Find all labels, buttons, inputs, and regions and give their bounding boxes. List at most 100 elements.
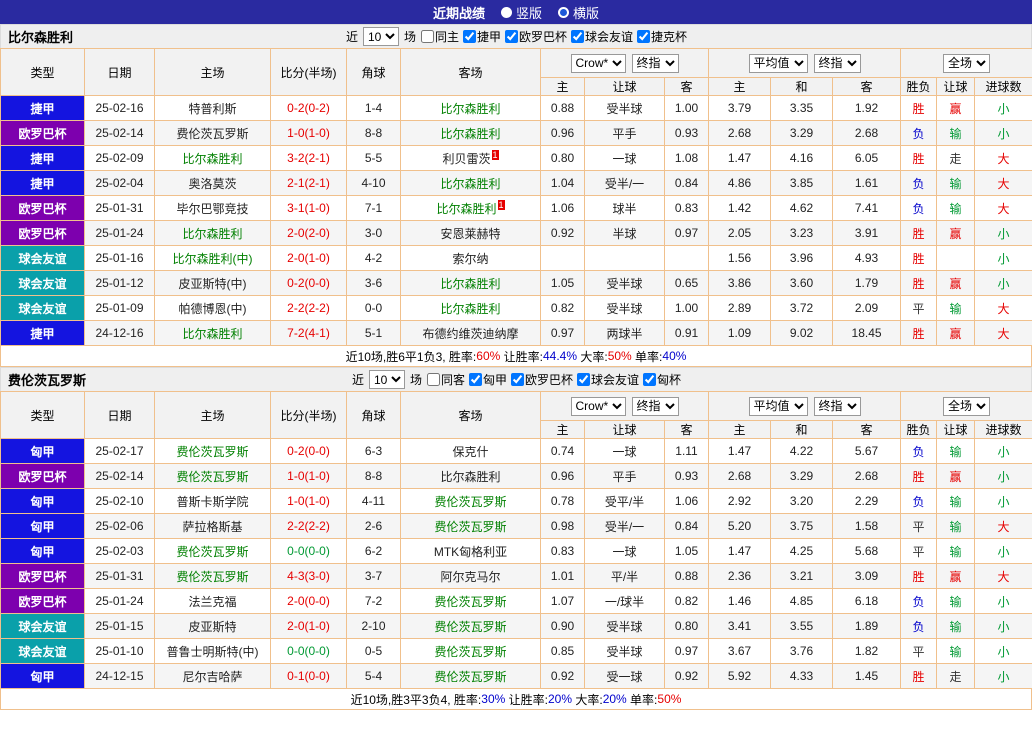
result-flag: 输 [936,170,976,196]
avg-select[interactable]: 平均值 [748,396,808,416]
avg-final-select[interactable]: 终指 [813,53,861,73]
away-team-name[interactable]: 费伦茨瓦罗斯 [434,520,506,534]
away-team-name[interactable]: 比尔森胜利 [440,102,500,116]
radio-icon[interactable] [500,6,512,18]
scope-select[interactable]: 全场 [943,396,991,416]
home-team-name[interactable]: 毕尔巴鄂竞技 [176,202,248,216]
home-team-name[interactable]: 帕德博恩(中) [179,302,247,316]
filter-checkbox-捷克杯[interactable]: 捷克杯 [637,28,687,45]
checkbox-icon[interactable] [468,373,482,386]
column-header: 客场 [400,48,541,96]
result-flag: 胜 [900,220,938,246]
checkbox-icon[interactable] [643,373,657,386]
home-team-name[interactable]: 萨拉格斯基 [182,520,242,534]
checkbox-icon[interactable] [577,373,591,386]
result-flag: 大 [974,513,1032,539]
home-team-name[interactable]: 特普利斯 [188,102,236,116]
filter-checkbox-label: 捷甲 [476,30,501,44]
result-flag: 输 [936,638,976,664]
checkbox-icon[interactable] [511,373,524,386]
home-team-name[interactable]: 普鲁士明斯特(中) [167,645,259,659]
home-team-name[interactable]: 法兰克福 [188,595,236,609]
away-team-name[interactable]: 利贝雷茨 [442,152,490,166]
away-team-name[interactable]: 比尔森胜利 [440,470,500,484]
checkbox-icon[interactable] [426,373,440,386]
odds-value: 1.05 [663,538,710,564]
away-team-name[interactable]: 费伦茨瓦罗斯 [434,595,506,609]
summary-segment: 单率: [626,692,658,707]
home-team: 皮亚斯特(中) [154,270,271,296]
layout-radio-horizontal[interactable]: 横版 [558,3,599,22]
home-team-name[interactable]: 皮亚斯特(中) [179,277,247,291]
checkbox-icon[interactable] [420,30,434,43]
layout-radio-vertical[interactable]: 竖版 [500,3,542,22]
result-flag: 胜 [900,663,938,689]
odds-final-select[interactable]: 终指 [631,53,679,73]
odds-final-select[interactable]: 终指 [631,396,679,416]
result-flag: 输 [936,195,976,221]
away-team-name[interactable]: 布德约维茨迪纳摩 [422,327,518,341]
avg-select[interactable]: 平均值 [748,53,808,73]
odds-company-select[interactable]: Crow* [570,53,626,73]
home-team-name[interactable]: 费伦茨瓦罗斯 [176,127,248,141]
checkbox-icon[interactable] [571,30,585,43]
scope-select[interactable]: 全场 [943,53,991,73]
corner-score: 4-10 [346,170,401,196]
away-team-name[interactable]: 阿尔克马尔 [440,570,500,584]
home-team-name[interactable]: 普斯卡斯学院 [176,495,248,509]
filter-checkbox-匈杯[interactable]: 匈杯 [643,371,681,388]
filter-checkbox-球会友谊[interactable]: 球会友谊 [577,371,639,388]
result-flag: 小 [974,438,1032,464]
home-team-name[interactable]: 皮亚斯特 [188,620,236,634]
score: 2-0(1-0) [270,245,347,271]
odds-value: 两球半 [584,320,665,346]
away-team-name[interactable]: 比尔森胜利 [440,127,500,141]
away-team-name[interactable]: 费伦茨瓦罗斯 [434,620,506,634]
filter-checkbox-捷甲[interactable]: 捷甲 [462,28,501,45]
checkbox-icon[interactable] [462,30,476,43]
home-team-name[interactable]: 比尔森胜利(中) [173,252,253,266]
sub-column-header: 进球数 [974,420,1032,439]
filter-checkbox-匈甲[interactable]: 匈甲 [468,371,507,388]
home-team-name[interactable]: 奥洛莫茨 [188,177,236,191]
checkbox-icon[interactable] [637,30,651,43]
away-team-name[interactable]: 费伦茨瓦罗斯 [434,645,506,659]
filter-checkbox-欧罗巴杯[interactable]: 欧罗巴杯 [505,28,567,45]
home-team-name[interactable]: 比尔森胜利 [182,152,242,166]
home-team-name[interactable]: 费伦茨瓦罗斯 [176,570,248,584]
away-team-name[interactable]: 保克什 [452,445,488,459]
away-team-name[interactable]: 费伦茨瓦罗斯 [434,670,506,684]
match-filter: 近 10 场 同客 匈甲 欧罗巴杯 球会友谊 匈杯 [351,370,681,389]
match-filter: 近 10 场 同主 捷甲 欧罗巴杯 球会友谊 捷克杯 [345,27,687,46]
home-team-name[interactable]: 费伦茨瓦罗斯 [176,470,248,484]
away-team-name[interactable]: MTK匈格利亚 [434,545,507,559]
away-team-name[interactable]: 费伦茨瓦罗斯 [434,495,506,509]
filter-checkbox-欧罗巴杯[interactable]: 欧罗巴杯 [511,371,573,388]
filter-checkbox-同主[interactable]: 同主 [420,28,459,45]
away-team-name[interactable]: 比尔森胜利 [440,177,500,191]
home-team-name[interactable]: 费伦茨瓦罗斯 [176,445,248,459]
home-team-name[interactable]: 比尔森胜利 [182,327,242,341]
league-badge: 欧罗巴杯 [0,588,85,614]
home-team-name[interactable]: 尼尔吉哈萨 [182,670,242,684]
recent-count-select[interactable]: 10 [368,370,405,389]
filter-checkbox-球会友谊[interactable]: 球会友谊 [571,28,633,45]
home-team-name[interactable]: 比尔森胜利 [182,227,242,241]
match-date: 25-02-04 [84,170,155,196]
away-team-name[interactable]: 比尔森胜利 [440,277,500,291]
odds-company-select[interactable]: Crow* [570,396,626,416]
checkbox-icon[interactable] [505,30,518,43]
odds-value: 受半/一 [584,170,665,196]
home-team-name[interactable]: 费伦茨瓦罗斯 [176,545,248,559]
result-flag: 小 [974,588,1032,614]
radio-icon[interactable] [558,6,569,18]
away-team-name[interactable]: 比尔森胜利 [440,302,500,316]
away-team-name[interactable]: 比尔森胜利 [436,202,496,216]
filter-checkbox-同客[interactable]: 同客 [426,371,465,388]
away-team-name[interactable]: 索尔纳 [452,252,488,266]
odds-value: 受平/半 [584,488,665,514]
corner-score: 0-0 [346,295,401,321]
recent-count-select[interactable]: 10 [362,27,399,46]
avg-final-select[interactable]: 终指 [813,396,861,416]
away-team-name[interactable]: 安恩莱赫特 [440,227,500,241]
